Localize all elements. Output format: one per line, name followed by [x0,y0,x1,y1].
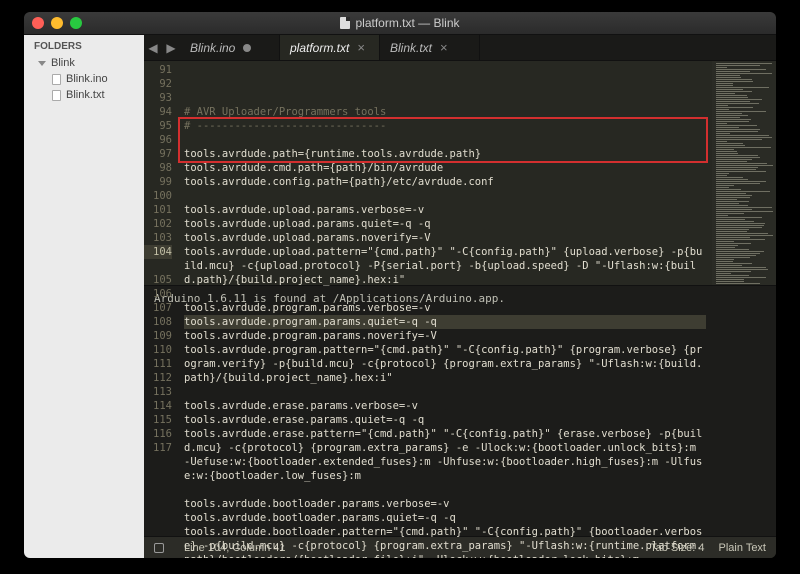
minimap[interactable] [712,61,776,285]
nav-back-button[interactable]: ◀ [144,35,162,60]
window-controls [32,17,82,29]
code-area: 91 92 93 94 95 96 97 98 99 100 101 102 1… [144,61,776,285]
document-icon [340,17,350,29]
nav-forward-button[interactable]: ▶ [162,35,180,60]
file-item[interactable]: Blink.txt [32,87,144,103]
close-tab-icon[interactable]: × [357,40,365,55]
minimize-window-button[interactable] [51,17,63,29]
folder-tree: Blink Blink.ino Blink.txt [24,55,144,103]
disclosure-triangle-icon [38,61,46,66]
sidebar: FOLDERS Blink Blink.ino Blink.txt [24,35,144,558]
titlebar: platform.txt — Blink [24,12,776,34]
file-label: Blink.ino [66,73,108,85]
tab-label: platform.txt [290,41,349,55]
window-title: platform.txt — Blink [24,16,776,30]
folder-label: Blink [51,57,75,69]
file-icon [52,74,61,85]
file-item[interactable]: Blink.ino [32,71,144,87]
folder-root[interactable]: Blink [32,55,144,71]
line-number-gutter: 91 92 93 94 95 96 97 98 99 100 101 102 1… [144,61,178,285]
tab-label: Blink.txt [390,41,432,55]
file-label: Blink.txt [66,89,105,101]
tab-blink-txt[interactable]: Blink.txt × [380,35,480,60]
panel-toggle-icon[interactable] [154,543,164,553]
window-title-text: platform.txt — Blink [355,16,459,30]
tab-label: Blink.ino [190,41,235,55]
close-tab-icon[interactable]: × [440,40,448,55]
sidebar-heading: FOLDERS [24,41,144,55]
syntax-selector[interactable]: Plain Text [719,542,767,554]
dirty-indicator-icon [243,44,251,52]
close-window-button[interactable] [32,17,44,29]
code-editor[interactable]: # AVR Uploader/Programmers tools# ------… [178,61,712,285]
tab-blink-ino[interactable]: Blink.ino [180,35,280,60]
zoom-window-button[interactable] [70,17,82,29]
editor-window: platform.txt — Blink FOLDERS Blink Blink… [24,12,776,558]
editor-column: ◀ ▶ Blink.ino platform.txt × Blink.txt ×… [144,35,776,558]
file-icon [52,90,61,101]
tab-bar: ◀ ▶ Blink.ino platform.txt × Blink.txt × [144,35,776,61]
tab-platform-txt[interactable]: platform.txt × [280,35,380,60]
main-body: FOLDERS Blink Blink.ino Blink.txt ◀ [24,34,776,558]
